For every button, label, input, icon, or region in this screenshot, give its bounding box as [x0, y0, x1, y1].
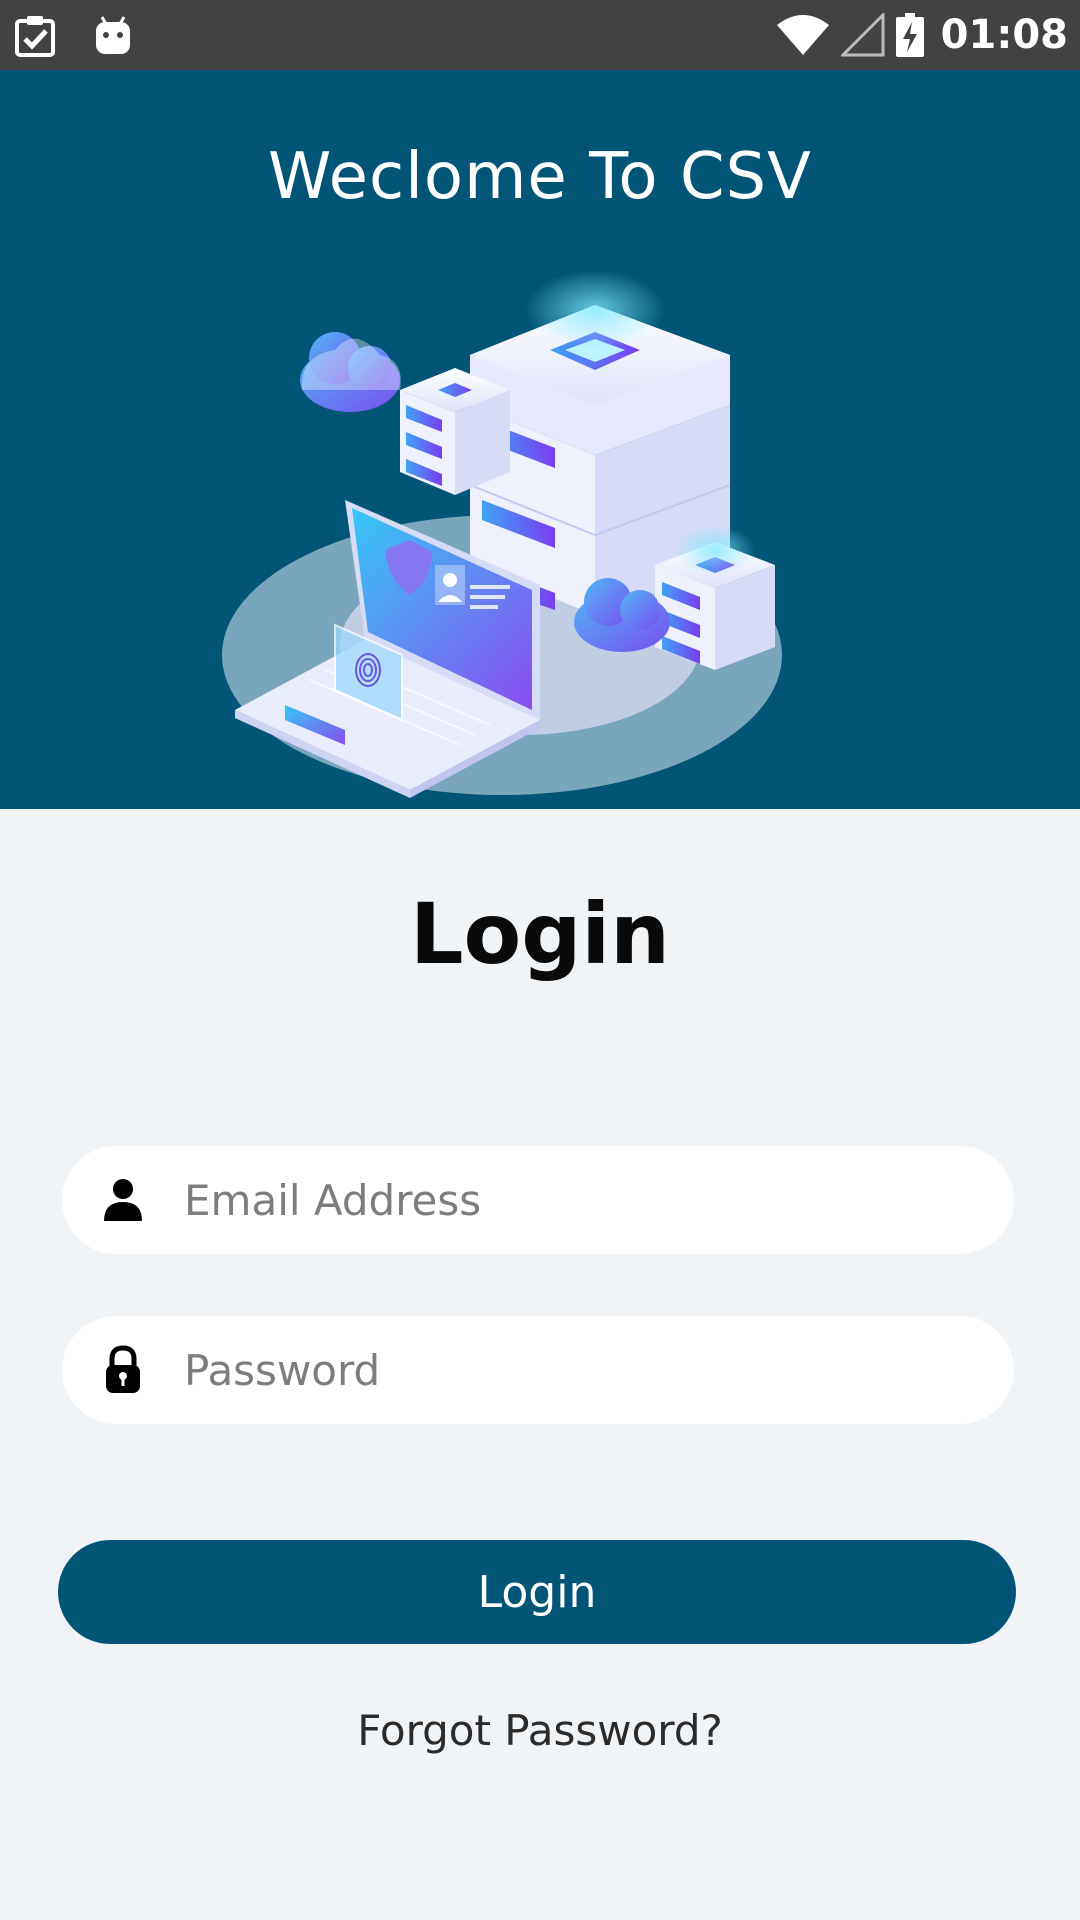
login-screen: 01:08 Weclome To CSV Login Email Address… — [0, 0, 1080, 1920]
status-bar-right: 01:08 — [775, 10, 1068, 60]
server-security-illustration — [222, 270, 782, 798]
wifi-icon — [775, 10, 831, 60]
email-field[interactable] — [62, 1146, 1014, 1254]
cell-signal-icon — [840, 10, 885, 60]
password-input[interactable] — [184, 1330, 974, 1410]
status-time: 01:08 — [940, 12, 1068, 58]
lock-icon — [98, 1345, 148, 1395]
android-icon — [88, 12, 138, 58]
welcome-title: Weclome To CSV — [268, 140, 812, 214]
password-field[interactable] — [62, 1316, 1014, 1424]
battery-charging-icon — [895, 10, 925, 60]
login-button[interactable]: Login — [58, 1540, 1016, 1644]
person-icon — [98, 1175, 148, 1225]
status-bar: 01:08 — [0, 0, 1080, 70]
email-input[interactable] — [184, 1160, 974, 1240]
clipboard-check-icon — [10, 12, 60, 58]
forgot-password-link[interactable]: Forgot Password? — [0, 1706, 1080, 1755]
login-title: Login — [410, 885, 670, 983]
status-bar-left — [10, 12, 166, 58]
header: Weclome To CSV — [0, 70, 1080, 809]
